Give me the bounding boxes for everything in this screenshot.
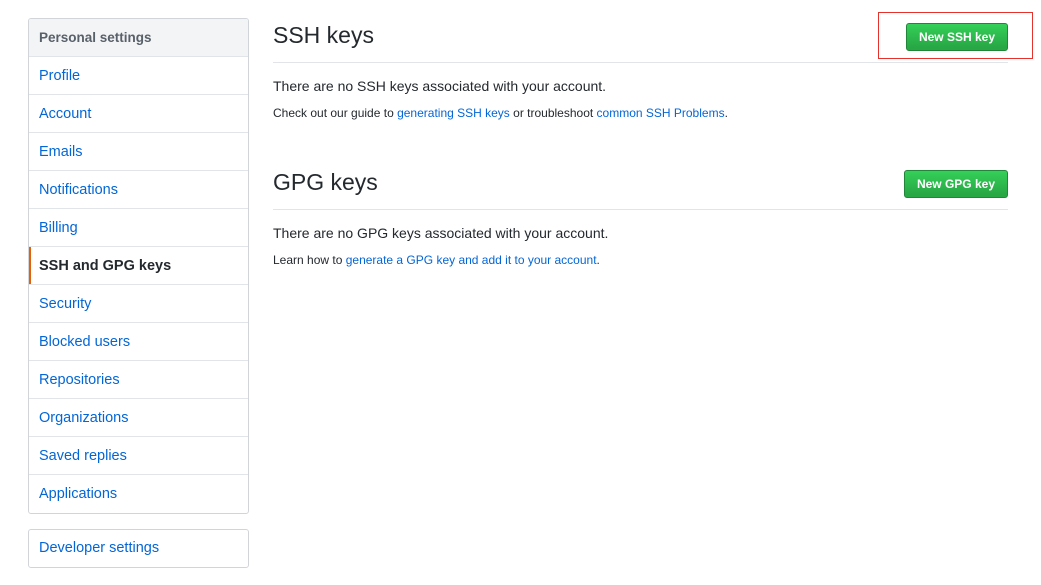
- sidebar-item-emails[interactable]: Emails: [29, 133, 248, 171]
- gpg-note-prefix: Learn how to: [273, 253, 346, 267]
- gpg-keys-section: GPG keys New GPG key There are no GPG ke…: [273, 165, 1008, 267]
- common-ssh-problems-link[interactable]: common SSH Problems: [597, 106, 725, 120]
- personal-settings-menu: Personal settings Profile Account Emails…: [28, 18, 249, 514]
- main-content: SSH keys New SSH key There are no SSH ke…: [273, 18, 1008, 267]
- new-gpg-key-button[interactable]: New GPG key: [903, 170, 1008, 198]
- sidebar-item-repositories[interactable]: Repositories: [29, 361, 248, 399]
- sidebar-item-applications[interactable]: Applications: [29, 475, 248, 513]
- sidebar-item-ssh-gpg-keys[interactable]: SSH and GPG keys: [29, 247, 248, 285]
- ssh-guide-note: Check out our guide to generating SSH ke…: [273, 106, 1008, 120]
- gpg-empty-message: There are no GPG keys associated with yo…: [273, 225, 609, 241]
- generate-gpg-key-link[interactable]: generate a GPG key and add it to your ac…: [346, 253, 597, 267]
- sidebar-item-organizations[interactable]: Organizations: [29, 399, 248, 437]
- generating-ssh-keys-link[interactable]: generating SSH keys: [397, 106, 510, 120]
- ssh-note-suffix: .: [724, 106, 728, 120]
- ssh-subhead: SSH keys New SSH key: [273, 18, 1008, 63]
- ssh-note-middle: or troubleshoot: [509, 106, 597, 120]
- gpg-note-suffix: .: [596, 253, 600, 267]
- sidebar-item-blocked-users[interactable]: Blocked users: [29, 323, 248, 361]
- sidebar-item-saved-replies[interactable]: Saved replies: [29, 437, 248, 475]
- menu-heading: Personal settings: [29, 19, 248, 57]
- new-ssh-key-button[interactable]: New SSH key: [905, 23, 1008, 51]
- sidebar-item-billing[interactable]: Billing: [29, 209, 248, 247]
- sidebar-item-developer-settings[interactable]: Developer settings: [29, 530, 248, 567]
- sidebar-item-profile[interactable]: Profile: [29, 57, 248, 95]
- gpg-subhead: GPG keys New GPG key: [273, 165, 1008, 210]
- ssh-keys-section: SSH keys New SSH key There are no SSH ke…: [273, 18, 1008, 120]
- sidebar-item-account[interactable]: Account: [29, 95, 248, 133]
- settings-sidebar: Personal settings Profile Account Emails…: [28, 18, 249, 568]
- ssh-empty-message: There are no SSH keys associated with yo…: [273, 78, 607, 94]
- sidebar-item-notifications[interactable]: Notifications: [29, 171, 248, 209]
- ssh-note-prefix: Check out our guide to: [273, 106, 398, 120]
- gpg-keys-title: GPG keys: [273, 169, 378, 195]
- gpg-guide-note: Learn how to generate a GPG key and add …: [273, 253, 1008, 267]
- developer-settings-menu: Developer settings: [28, 529, 249, 568]
- ssh-keys-title: SSH keys: [273, 22, 374, 48]
- sidebar-item-security[interactable]: Security: [29, 285, 248, 323]
